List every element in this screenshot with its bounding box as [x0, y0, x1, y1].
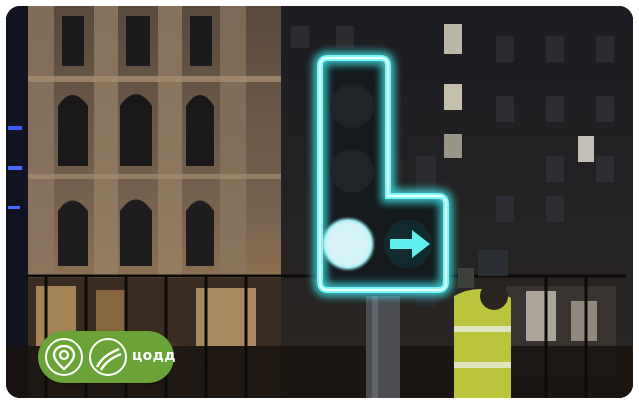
- tsodd-badge: цодд: [38, 331, 176, 383]
- pedestrian-signal: [478, 250, 508, 276]
- yellow-lamp: [330, 149, 374, 193]
- photo-card: цодд: [6, 6, 633, 398]
- road-curve-icon: [89, 338, 127, 376]
- location-pin-icon: [45, 338, 83, 376]
- far-left-building: [6, 6, 28, 398]
- red-lamp: [330, 84, 374, 128]
- badge-text: цодд: [132, 348, 176, 364]
